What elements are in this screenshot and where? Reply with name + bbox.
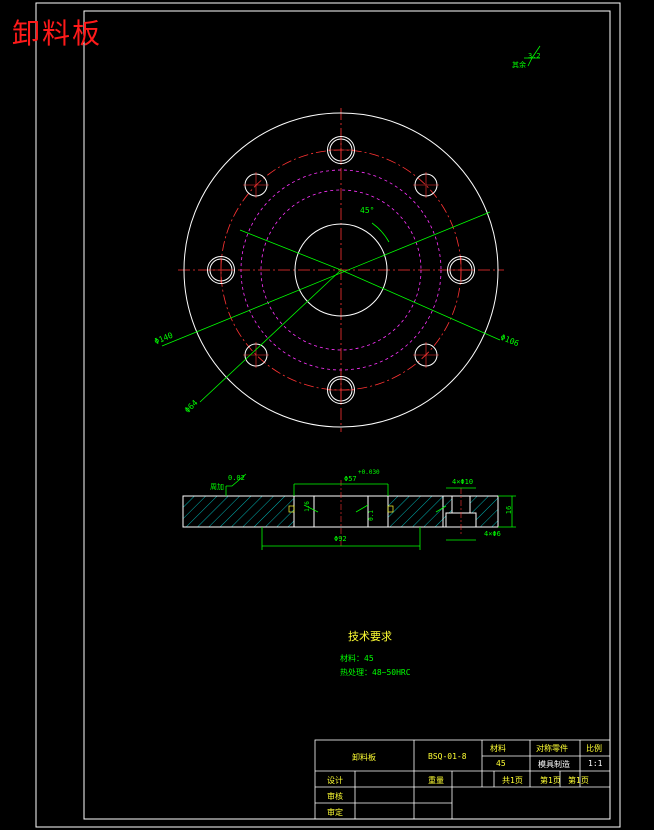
dim-bore: Φ57 — [344, 475, 357, 483]
dim-depth: 0.1 — [367, 510, 375, 521]
dim-bore-tol: +0.030 — [358, 469, 380, 476]
tb-mold: 模具制造 — [538, 760, 570, 769]
dim-thickness: 16 — [505, 505, 514, 515]
outer-frame — [35, 2, 621, 828]
tb-company: 对称零件 — [536, 744, 568, 753]
roughness-value: 3.2 — [528, 52, 541, 60]
tb-check-label: 审核 — [327, 792, 343, 801]
dim-chamfer: 1.6 — [303, 501, 311, 512]
tb-material-label: 材料 — [490, 744, 506, 753]
tb-scale-value: 1:1 — [588, 759, 603, 768]
tech-heading: 技术要求 — [348, 630, 392, 643]
tb-part-name: 卸料板 — [352, 753, 376, 762]
tb-weight-label: 重量 — [428, 776, 444, 785]
dim-angle: 45° — [360, 206, 375, 215]
tb-design-label: 设计 — [327, 776, 343, 785]
dim-holes-top: 4×Φ10 — [452, 478, 474, 486]
top-view — [161, 108, 504, 432]
tb-approve-label: 审定 — [327, 808, 343, 817]
dim-step: Φ92 — [334, 535, 347, 543]
dim-holes-bottom: 4×Φ6 — [484, 530, 501, 538]
drawing-title: 卸料板 — [12, 17, 103, 50]
cad-drawing — [35, 2, 621, 828]
tb-sheet-total: 共1页 — [502, 776, 523, 785]
tech-material: 材料：45 — [340, 654, 374, 663]
tech-hardness: 热处理：48~50HRC — [340, 668, 411, 677]
roughness-label: 其余 — [512, 61, 526, 69]
tb-drawing-no: BSQ-01-8 — [428, 752, 467, 761]
tb-sheet-no: 第1页 — [540, 776, 561, 785]
top-view-dimensions — [161, 211, 501, 403]
tb-sheet-label: 第1页 — [568, 776, 589, 785]
dim-flatness-label: 周加 — [210, 483, 224, 491]
dim-flatness: 0.02 — [228, 474, 245, 482]
tb-material-value: 45 — [496, 759, 506, 768]
tb-scale-label: 比例 — [586, 744, 602, 753]
inner-frame — [83, 10, 611, 820]
